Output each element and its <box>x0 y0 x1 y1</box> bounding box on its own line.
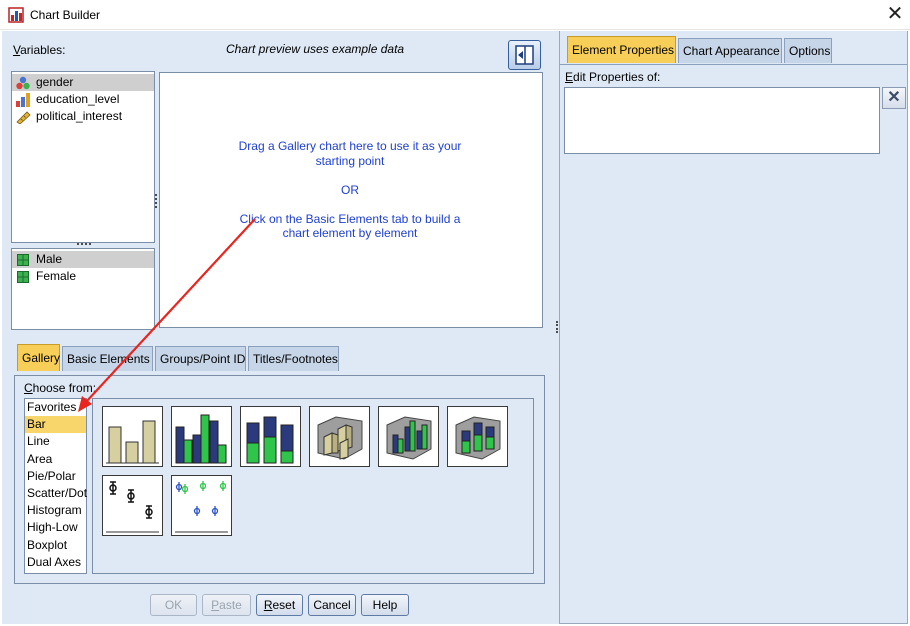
3d-clustered-bar-chart-icon <box>386 416 432 460</box>
category-name: Female <box>36 269 77 283</box>
chart-type-bar[interactable]: Bar <box>25 416 86 434</box>
variable-item-political-interest[interactable]: political_interest <box>12 108 154 125</box>
chart-type-dual-axes[interactable]: Dual Axes <box>25 554 86 571</box>
paste-button-text: aste <box>219 598 242 612</box>
clustered-error-bar-thumbnail[interactable] <box>171 475 232 536</box>
variable-name: political_interest <box>36 109 123 123</box>
tab-chart-appearance[interactable]: Chart Appearance <box>678 38 782 63</box>
ok-button[interactable]: OK <box>150 594 197 616</box>
variable-item-education-level[interactable]: education_level <box>12 91 154 108</box>
ordinal-icon <box>15 92 31 107</box>
stacked-bar-thumbnail[interactable] <box>240 406 301 467</box>
help-button[interactable]: Help <box>361 594 409 616</box>
3d-stacked-bar-chart-icon <box>455 416 501 460</box>
chart-type-scatter-dot[interactable]: Scatter/Dot <box>25 485 87 502</box>
cancel-button[interactable]: Cancel <box>308 594 356 616</box>
tab-titles-footnotes[interactable]: Titles/Footnotes <box>248 346 339 371</box>
category-icon <box>15 270 31 284</box>
simple-bar-chart-icon <box>106 420 159 464</box>
preview-line-2: starting point <box>315 153 385 168</box>
clustered-bar-thumbnail[interactable] <box>171 406 232 467</box>
variable-name: gender <box>36 75 74 89</box>
chart-builder-app-icon <box>8 7 24 23</box>
choose-from-label: Choose from: <box>24 381 97 395</box>
panel-swap-icon <box>515 45 534 65</box>
variables-label-text: ariables: <box>20 43 66 57</box>
tab-groups-point-id[interactable]: Groups/Point ID <box>155 346 246 371</box>
paste-button[interactable]: Paste <box>202 594 251 616</box>
list-resize-grip-icon[interactable] <box>77 243 91 247</box>
preview-line-5: chart element by element <box>282 226 418 240</box>
title-bar <box>0 0 910 30</box>
variable-name: education_level <box>36 92 120 106</box>
category-item-female[interactable]: Female <box>12 268 154 285</box>
close-window-button[interactable]: ✕ <box>884 3 906 25</box>
category-list[interactable]: Male Female <box>11 248 155 330</box>
preview-line-1: Drag a Gallery chart here to use it as y… <box>238 139 462 153</box>
tab-gallery[interactable]: Gallery <box>17 344 60 371</box>
gallery-thumbnails <box>92 398 534 574</box>
chart-type-high-low[interactable]: High-Low <box>25 519 86 536</box>
preview-line-4: Click on the Basic Elements tab to build… <box>239 211 461 226</box>
tab-basic-elements[interactable]: Basic Elements <box>62 346 153 371</box>
chart-type-favorites[interactable]: Favorites <box>25 399 86 416</box>
chart-type-histogram[interactable]: Histogram <box>25 502 86 519</box>
category-name: Male <box>36 252 63 266</box>
3d-bar-chart-icon <box>317 416 363 460</box>
tab-options[interactable]: Options <box>784 38 832 63</box>
preview-line-or: OR <box>341 182 359 197</box>
category-item-male[interactable]: Male <box>12 251 154 268</box>
stacked-bar-chart-icon <box>246 416 294 464</box>
3d-clustered-bar-thumbnail[interactable] <box>378 406 439 467</box>
splitter-grip-icon <box>556 321 558 333</box>
window-title: Chart Builder <box>30 8 101 22</box>
3d-stacked-bar-thumbnail[interactable] <box>447 406 508 467</box>
chart-type-line[interactable]: Line <box>25 433 86 450</box>
variables-label: Variables: <box>13 43 66 57</box>
simple-bar-thumbnail[interactable] <box>102 406 163 467</box>
clustered-error-bar-icon <box>175 481 228 533</box>
chart-type-area[interactable]: Area <box>25 451 86 468</box>
chart-options-button[interactable] <box>508 40 541 70</box>
category-icon <box>15 253 31 267</box>
chart-type-boxplot[interactable]: Boxplot <box>25 537 86 554</box>
close-icon: ✕ <box>887 89 901 106</box>
tab-element-properties[interactable]: Element Properties <box>567 36 676 63</box>
variable-list[interactable]: gender education_level political_interes… <box>11 71 155 243</box>
simple-error-bar-icon <box>106 481 159 533</box>
simple-error-bar-thumbnail[interactable] <box>102 475 163 536</box>
3d-bar-thumbnail[interactable] <box>309 406 370 467</box>
tab-underline <box>560 64 907 65</box>
edit-properties-label: Edit Properties of: <box>565 70 661 84</box>
delete-element-button[interactable]: ✕ <box>882 87 906 109</box>
edit-properties-text: dit Properties of: <box>573 70 661 84</box>
nominal-icon <box>15 76 31 90</box>
choose-from-text: hoose from: <box>32 381 97 395</box>
chart-type-pie-polar[interactable]: Pie/Polar <box>25 468 86 485</box>
reset-button[interactable]: Reset <box>256 594 303 616</box>
preview-note: Chart preview uses example data <box>226 42 405 56</box>
preview-instructions: Drag a Gallery chart here to use it as y… <box>159 139 541 241</box>
scale-icon <box>15 110 31 124</box>
variable-item-gender[interactable]: gender <box>12 74 154 91</box>
chart-type-list[interactable]: Favorites Bar Line Area Pie/Polar Scatte… <box>24 398 87 574</box>
reset-button-text: eset <box>272 598 296 612</box>
clustered-bar-chart-icon <box>175 414 227 464</box>
element-properties-list[interactable] <box>564 87 880 154</box>
